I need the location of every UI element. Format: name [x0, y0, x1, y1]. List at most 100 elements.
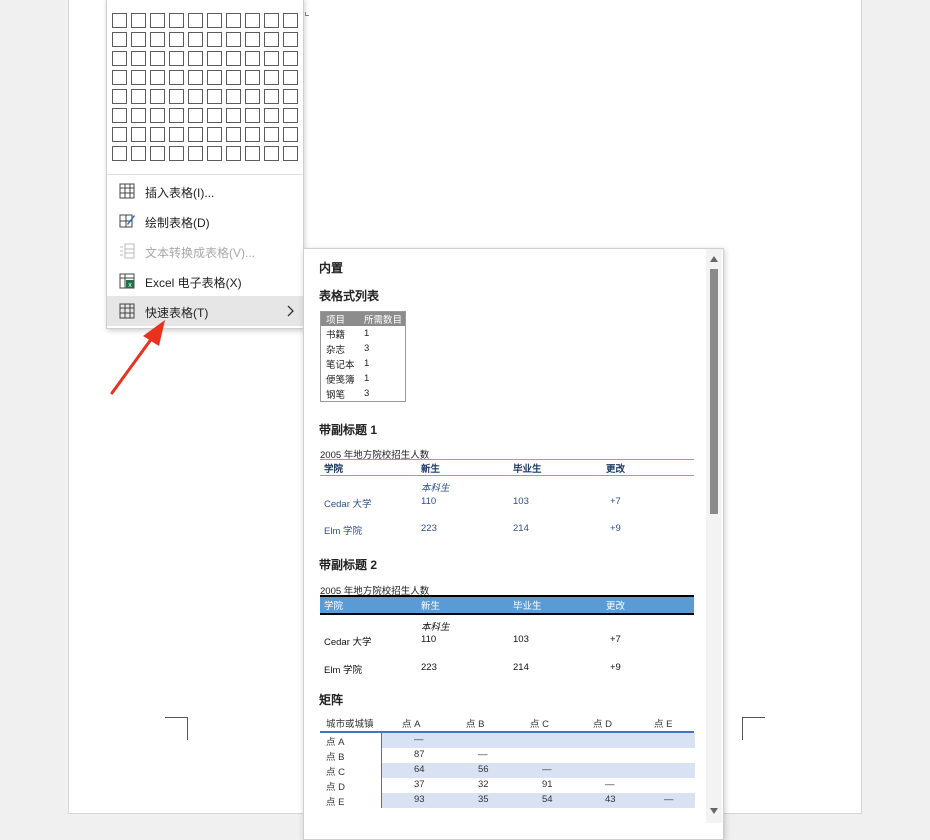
- table-grid-cell[interactable]: [207, 13, 222, 28]
- table-grid-cell[interactable]: [169, 146, 184, 161]
- table-grid-cell[interactable]: [283, 51, 298, 66]
- table-grid-cell[interactable]: [112, 51, 127, 66]
- table-grid-cell[interactable]: [264, 127, 279, 142]
- table-grid-cell[interactable]: [226, 108, 241, 123]
- table-grid-cell[interactable]: [150, 51, 165, 66]
- table-grid-cell[interactable]: [112, 127, 127, 142]
- table-grid-cell[interactable]: [188, 127, 203, 142]
- table-grid-cell[interactable]: [112, 146, 127, 161]
- table-grid-cell[interactable]: [131, 51, 146, 66]
- table-grid-cell[interactable]: [169, 51, 184, 66]
- table-grid-cell[interactable]: [150, 146, 165, 161]
- table-grid-cell[interactable]: [283, 70, 298, 85]
- table-grid-cell[interactable]: [264, 32, 279, 47]
- table-size-grid[interactable]: [112, 13, 298, 161]
- table-grid-cell[interactable]: [150, 13, 165, 28]
- table-grid-cell[interactable]: [226, 13, 241, 28]
- table-grid-cell[interactable]: [188, 70, 203, 85]
- table-grid-cell[interactable]: [112, 13, 127, 28]
- table-grid-cell[interactable]: [207, 89, 222, 104]
- scrollbar-thumb[interactable]: [710, 269, 718, 514]
- table-grid-cell[interactable]: [112, 32, 127, 47]
- subheading-2-preview[interactable]: 2005 年地方院校招生人数 学院 新生 毕业生 更改 本科生 Cedar 大学…: [320, 583, 695, 678]
- table-grid-cell[interactable]: [226, 51, 241, 66]
- header-cell: 项目: [326, 315, 346, 326]
- scroll-down-icon[interactable]: [710, 808, 718, 814]
- table-grid-cell[interactable]: [283, 32, 298, 47]
- table-grid-cell[interactable]: [264, 13, 279, 28]
- table-grid-cell[interactable]: [207, 51, 222, 66]
- table-grid-cell[interactable]: [226, 127, 241, 142]
- table-grid-cell[interactable]: [150, 70, 165, 85]
- menu-item-draw-table[interactable]: 绘制表格(D): [107, 206, 303, 236]
- table-grid-cell[interactable]: [150, 89, 165, 104]
- table-grid-cell[interactable]: [188, 108, 203, 123]
- table-grid-cell[interactable]: [207, 108, 222, 123]
- menu-item-quick-tables[interactable]: 快速表格(T): [107, 296, 303, 326]
- table-grid-cell[interactable]: [131, 127, 146, 142]
- table-grid-cell[interactable]: [264, 108, 279, 123]
- subheading-1-preview[interactable]: 2005 年地方院校招生人数 学院 新生 毕业生 更改 本科生 Cedar 大学…: [320, 447, 695, 542]
- table-grid-cell[interactable]: [188, 13, 203, 28]
- table-grid-cell[interactable]: [150, 32, 165, 47]
- scroll-up-icon[interactable]: [710, 256, 718, 262]
- table-grid-cell[interactable]: [245, 13, 260, 28]
- table-grid-cell[interactable]: [207, 70, 222, 85]
- table-grid-cell[interactable]: [150, 127, 165, 142]
- table-grid-cell[interactable]: [245, 127, 260, 142]
- table-grid-cell[interactable]: [245, 70, 260, 85]
- table-grid-cell[interactable]: [283, 89, 298, 104]
- table-grid-cell[interactable]: [169, 89, 184, 104]
- table-grid-cell[interactable]: [207, 32, 222, 47]
- table-grid-cell[interactable]: [264, 146, 279, 161]
- table-grid-cell[interactable]: [131, 70, 146, 85]
- table-row: 杂志 3: [321, 341, 405, 356]
- table-grid-cell[interactable]: [245, 32, 260, 47]
- table-grid-cell[interactable]: [207, 127, 222, 142]
- table-grid-cell[interactable]: [131, 32, 146, 47]
- table-cell: 64: [414, 764, 425, 775]
- table-grid-cell[interactable]: [112, 70, 127, 85]
- table-grid-cell[interactable]: [188, 32, 203, 47]
- table-cell: 103: [513, 634, 529, 645]
- table-grid-cell[interactable]: [169, 70, 184, 85]
- table-grid-cell[interactable]: [188, 89, 203, 104]
- table-grid-cell[interactable]: [264, 89, 279, 104]
- menu-item-excel-spreadsheet[interactable]: x Excel 电子表格(X): [107, 266, 303, 296]
- table-grid-cell[interactable]: [226, 146, 241, 161]
- table-grid-cell[interactable]: [245, 89, 260, 104]
- table-grid-cell[interactable]: [150, 108, 165, 123]
- table-grid-cell[interactable]: [226, 32, 241, 47]
- table-grid-cell[interactable]: [226, 89, 241, 104]
- table-grid-cell[interactable]: [169, 13, 184, 28]
- table-grid-cell[interactable]: [188, 51, 203, 66]
- table-grid-cell[interactable]: [245, 146, 260, 161]
- table-grid-cell[interactable]: [169, 32, 184, 47]
- table-grid-cell[interactable]: [264, 51, 279, 66]
- table-grid-cell[interactable]: [131, 13, 146, 28]
- table-grid-cell[interactable]: [283, 146, 298, 161]
- table-grid-cell[interactable]: [169, 108, 184, 123]
- table-grid-cell[interactable]: [264, 70, 279, 85]
- table-grid-cell[interactable]: [245, 51, 260, 66]
- table-grid-cell[interactable]: [131, 146, 146, 161]
- table-grid-cell[interactable]: [226, 70, 241, 85]
- table-grid-cell[interactable]: [169, 127, 184, 142]
- table-grid-cell[interactable]: [283, 13, 298, 28]
- table-grid-cell[interactable]: [131, 108, 146, 123]
- table-cell: 32: [478, 779, 489, 790]
- table-grid-cell[interactable]: [131, 89, 146, 104]
- gallery-scrollbar[interactable]: [706, 249, 722, 823]
- table-grid-cell[interactable]: [283, 127, 298, 142]
- table-grid-cell[interactable]: [207, 146, 222, 161]
- table-grid-cell[interactable]: [188, 146, 203, 161]
- menu-item-insert-table[interactable]: 插入表格(I)...: [107, 176, 303, 206]
- menu-item-convert-text[interactable]: 文本转换成表格(V)...: [107, 236, 303, 266]
- table-grid-cell[interactable]: [283, 108, 298, 123]
- table-cell: 110: [421, 634, 437, 645]
- table-grid-cell[interactable]: [112, 89, 127, 104]
- table-grid-cell[interactable]: [245, 108, 260, 123]
- table-cell: 43: [605, 794, 616, 805]
- tabular-list-preview[interactable]: 项目 所需数目 书籍 1 杂志 3 笔记本 1 便笺簿 1 钢笔 3: [320, 311, 406, 402]
- table-grid-cell[interactable]: [112, 108, 127, 123]
